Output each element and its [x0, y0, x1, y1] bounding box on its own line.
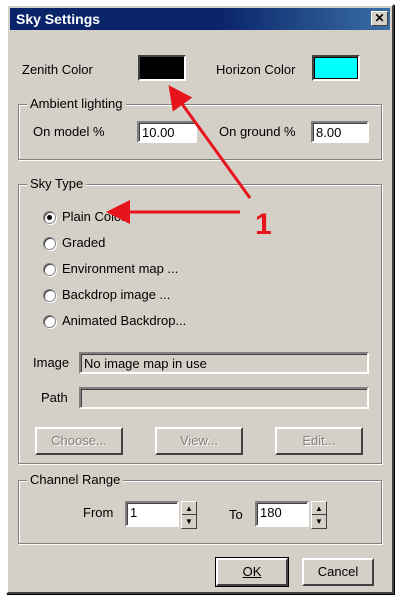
image-label: Image [33, 355, 70, 370]
radio-button[interactable] [43, 315, 56, 328]
radio-label: Backdrop image ... [62, 287, 171, 302]
zenith-color-label: Zenith Color [22, 62, 93, 77]
from-spinner[interactable]: ▲ ▼ [181, 501, 197, 529]
cancel-button-label: Cancel [317, 564, 359, 579]
on-model-input[interactable]: 10.00 [137, 121, 197, 143]
radio-button[interactable] [43, 263, 56, 276]
image-field: No image map in use [79, 352, 369, 374]
on-ground-input[interactable]: 8.00 [311, 121, 369, 143]
edit-button[interactable]: Edit... [275, 427, 363, 455]
radio-label: Animated Backdrop... [62, 313, 187, 328]
horizon-color-fill [314, 57, 358, 79]
horizon-color-swatch[interactable] [312, 55, 360, 81]
ambient-lighting-title: Ambient lighting [27, 96, 126, 111]
sky-type-group: Sky Type Plain Color Graded Environment … [18, 176, 382, 464]
radio-button[interactable] [43, 289, 56, 302]
choose-button[interactable]: Choose... [35, 427, 123, 455]
channel-range-group: Channel Range From 1 ▲ ▼ To 180 ▲ ▼ [18, 472, 382, 544]
close-icon: ✕ [374, 11, 385, 25]
on-model-label: On model % [33, 124, 105, 139]
from-input[interactable]: 1 [125, 501, 179, 527]
on-ground-label: On ground % [219, 124, 296, 139]
radio-label: Graded [62, 235, 106, 250]
to-spinner[interactable]: ▲ ▼ [311, 501, 327, 529]
horizon-color-label: Horizon Color [216, 62, 296, 77]
sky-type-title: Sky Type [27, 176, 87, 191]
path-field [79, 387, 369, 409]
title-bar[interactable]: Sky Settings ✕ [10, 8, 390, 30]
cancel-button[interactable]: Cancel [302, 558, 374, 586]
radio-selected-dot [47, 215, 52, 220]
dialog-title: Sky Settings [16, 11, 101, 27]
view-button[interactable]: View... [155, 427, 243, 455]
radio-label: Environment map ... [62, 261, 179, 276]
spin-up-icon[interactable]: ▲ [182, 502, 196, 515]
close-button[interactable]: ✕ [371, 11, 388, 26]
radio-label: Plain Color [62, 209, 126, 224]
ok-button[interactable]: OK [215, 557, 289, 587]
spin-up-icon[interactable]: ▲ [312, 502, 326, 515]
sky-settings-dialog: Sky Settings ✕ Zenith Color Horizon Colo… [6, 4, 394, 594]
path-label: Path [41, 390, 68, 405]
spin-down-icon[interactable]: ▼ [312, 515, 326, 528]
radio-button[interactable] [43, 211, 56, 224]
to-input[interactable]: 180 [255, 501, 309, 527]
radio-button[interactable] [43, 237, 56, 250]
ambient-lighting-group: Ambient lighting On model % 10.00 On gro… [18, 96, 382, 160]
from-label: From [83, 505, 114, 520]
ok-button-label: OK [242, 564, 262, 579]
zenith-color-swatch[interactable] [138, 55, 186, 81]
spin-down-icon[interactable]: ▼ [182, 515, 196, 528]
zenith-color-fill [140, 57, 184, 79]
channel-range-title: Channel Range [27, 472, 124, 487]
to-label: To [229, 507, 243, 522]
